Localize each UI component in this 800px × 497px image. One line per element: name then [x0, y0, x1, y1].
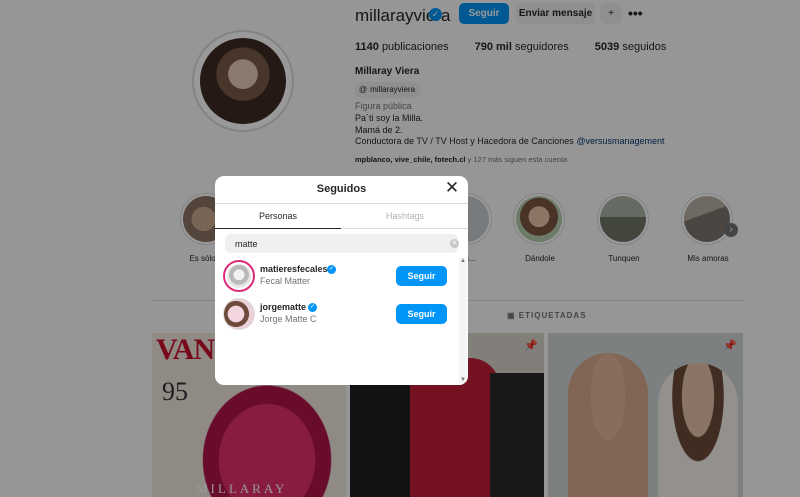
result-username[interactable]: matieresfecales — [260, 264, 328, 274]
tab-hashtags[interactable]: Hashtags — [342, 204, 468, 229]
dialog-tabs: Personas Hashtags — [215, 203, 468, 229]
list-item[interactable]: jorgematte ✓ Jorge Matte C Seguir — [215, 296, 459, 334]
verified-badge-icon: ✓ — [327, 265, 336, 274]
result-name: Fecal Matter — [260, 276, 311, 286]
clear-search-icon[interactable]: ✕ — [450, 239, 459, 248]
list-item[interactable]: matieresfecales ✓ Fecal Matter Seguir — [215, 258, 459, 296]
search-box: ✕ — [225, 234, 459, 253]
search-input[interactable] — [225, 234, 435, 253]
result-username[interactable]: jorgematte — [260, 302, 306, 312]
follow-button[interactable]: Seguir — [396, 266, 447, 286]
avatar[interactable] — [223, 260, 255, 292]
tab-people[interactable]: Personas — [215, 204, 341, 229]
follow-button[interactable]: Seguir — [396, 304, 447, 324]
following-dialog: Seguidos ✕ Personas Hashtags ✕ matieresf… — [215, 176, 468, 385]
result-name: Jorge Matte C — [260, 314, 317, 324]
scrollbar[interactable]: ▲ ▼ — [459, 258, 467, 385]
verified-badge-icon: ✓ — [308, 303, 317, 312]
avatar[interactable] — [223, 298, 255, 330]
scroll-up-icon[interactable]: ▲ — [460, 258, 466, 264]
scroll-down-icon[interactable]: ▼ — [460, 377, 466, 383]
close-icon[interactable]: ✕ — [444, 179, 460, 196]
dialog-title: Seguidos — [316, 183, 367, 195]
results-list: matieresfecales ✓ Fecal Matter Seguir jo… — [215, 258, 459, 385]
